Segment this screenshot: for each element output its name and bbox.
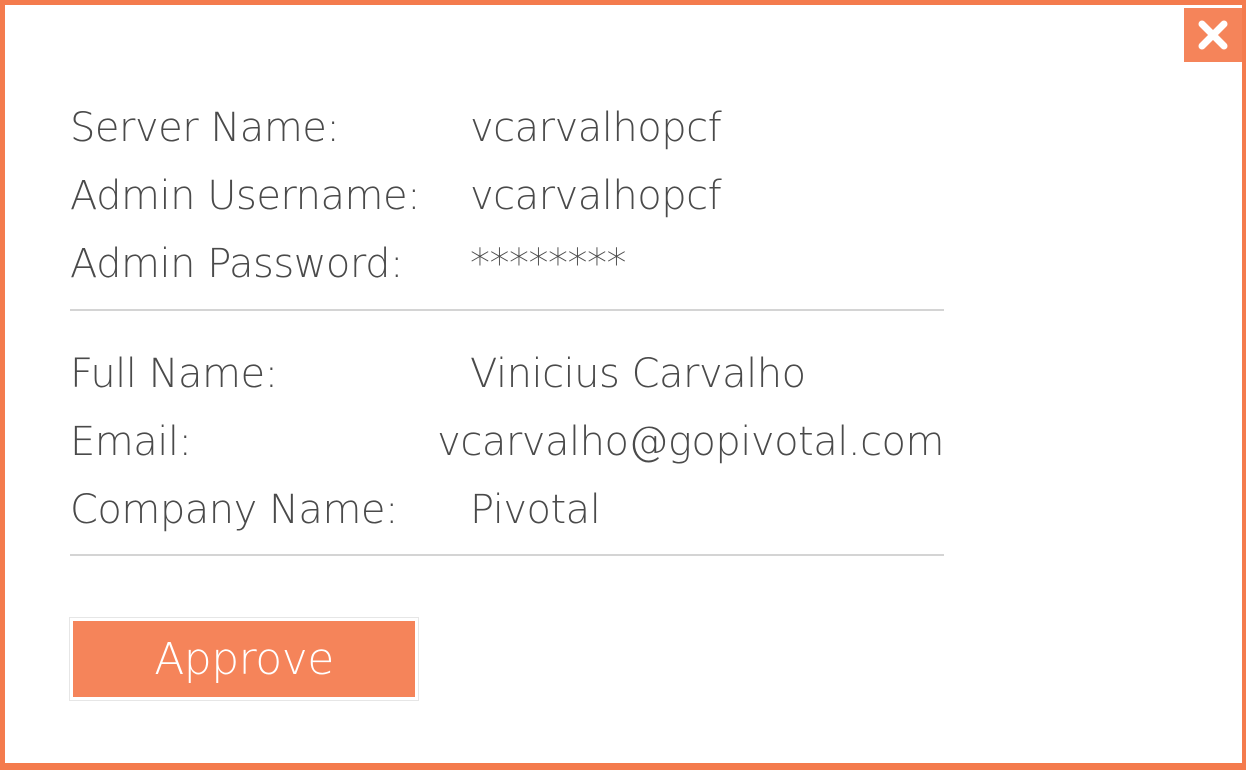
section-divider xyxy=(70,554,944,556)
close-icon xyxy=(1196,18,1230,52)
dialog-body: Server Name: vcarvalhopcf Admin Username… xyxy=(8,8,1242,763)
email-row: Email: vcarvalho@gopivotal.com xyxy=(70,408,944,476)
email-label: Email: xyxy=(70,419,192,465)
close-button[interactable] xyxy=(1184,8,1242,62)
admin-password-label: Admin Password: xyxy=(70,241,404,287)
admin-username-value: vcarvalhopcf xyxy=(470,173,722,219)
full-name-row: Full Name: Vinicius Carvalho xyxy=(70,340,944,408)
section-divider xyxy=(70,309,944,311)
admin-username-label: Admin Username: xyxy=(70,173,421,219)
full-name-label: Full Name: xyxy=(70,351,278,397)
company-name-label: Company Name: xyxy=(70,487,399,533)
company-name-value: Pivotal xyxy=(470,487,601,533)
server-name-row: Server Name: vcarvalhopcf xyxy=(70,94,944,162)
admin-password-value: ******** xyxy=(470,241,627,287)
server-name-label: Server Name: xyxy=(70,105,340,151)
full-name-value: Vinicius Carvalho xyxy=(470,351,806,397)
admin-username-row: Admin Username: vcarvalhopcf xyxy=(70,162,944,230)
admin-password-row: Admin Password: ******** xyxy=(70,230,944,298)
email-value: vcarvalho@gopivotal.com xyxy=(437,419,944,465)
approve-button[interactable]: Approve xyxy=(70,618,418,700)
approval-dialog: Server Name: vcarvalhopcf Admin Username… xyxy=(0,0,1246,770)
server-info-section: Server Name: vcarvalhopcf Admin Username… xyxy=(70,94,944,298)
user-info-section: Full Name: Vinicius Carvalho Email: vcar… xyxy=(70,340,944,544)
server-name-value: vcarvalhopcf xyxy=(470,105,722,151)
company-name-row: Company Name: Pivotal xyxy=(70,476,944,544)
